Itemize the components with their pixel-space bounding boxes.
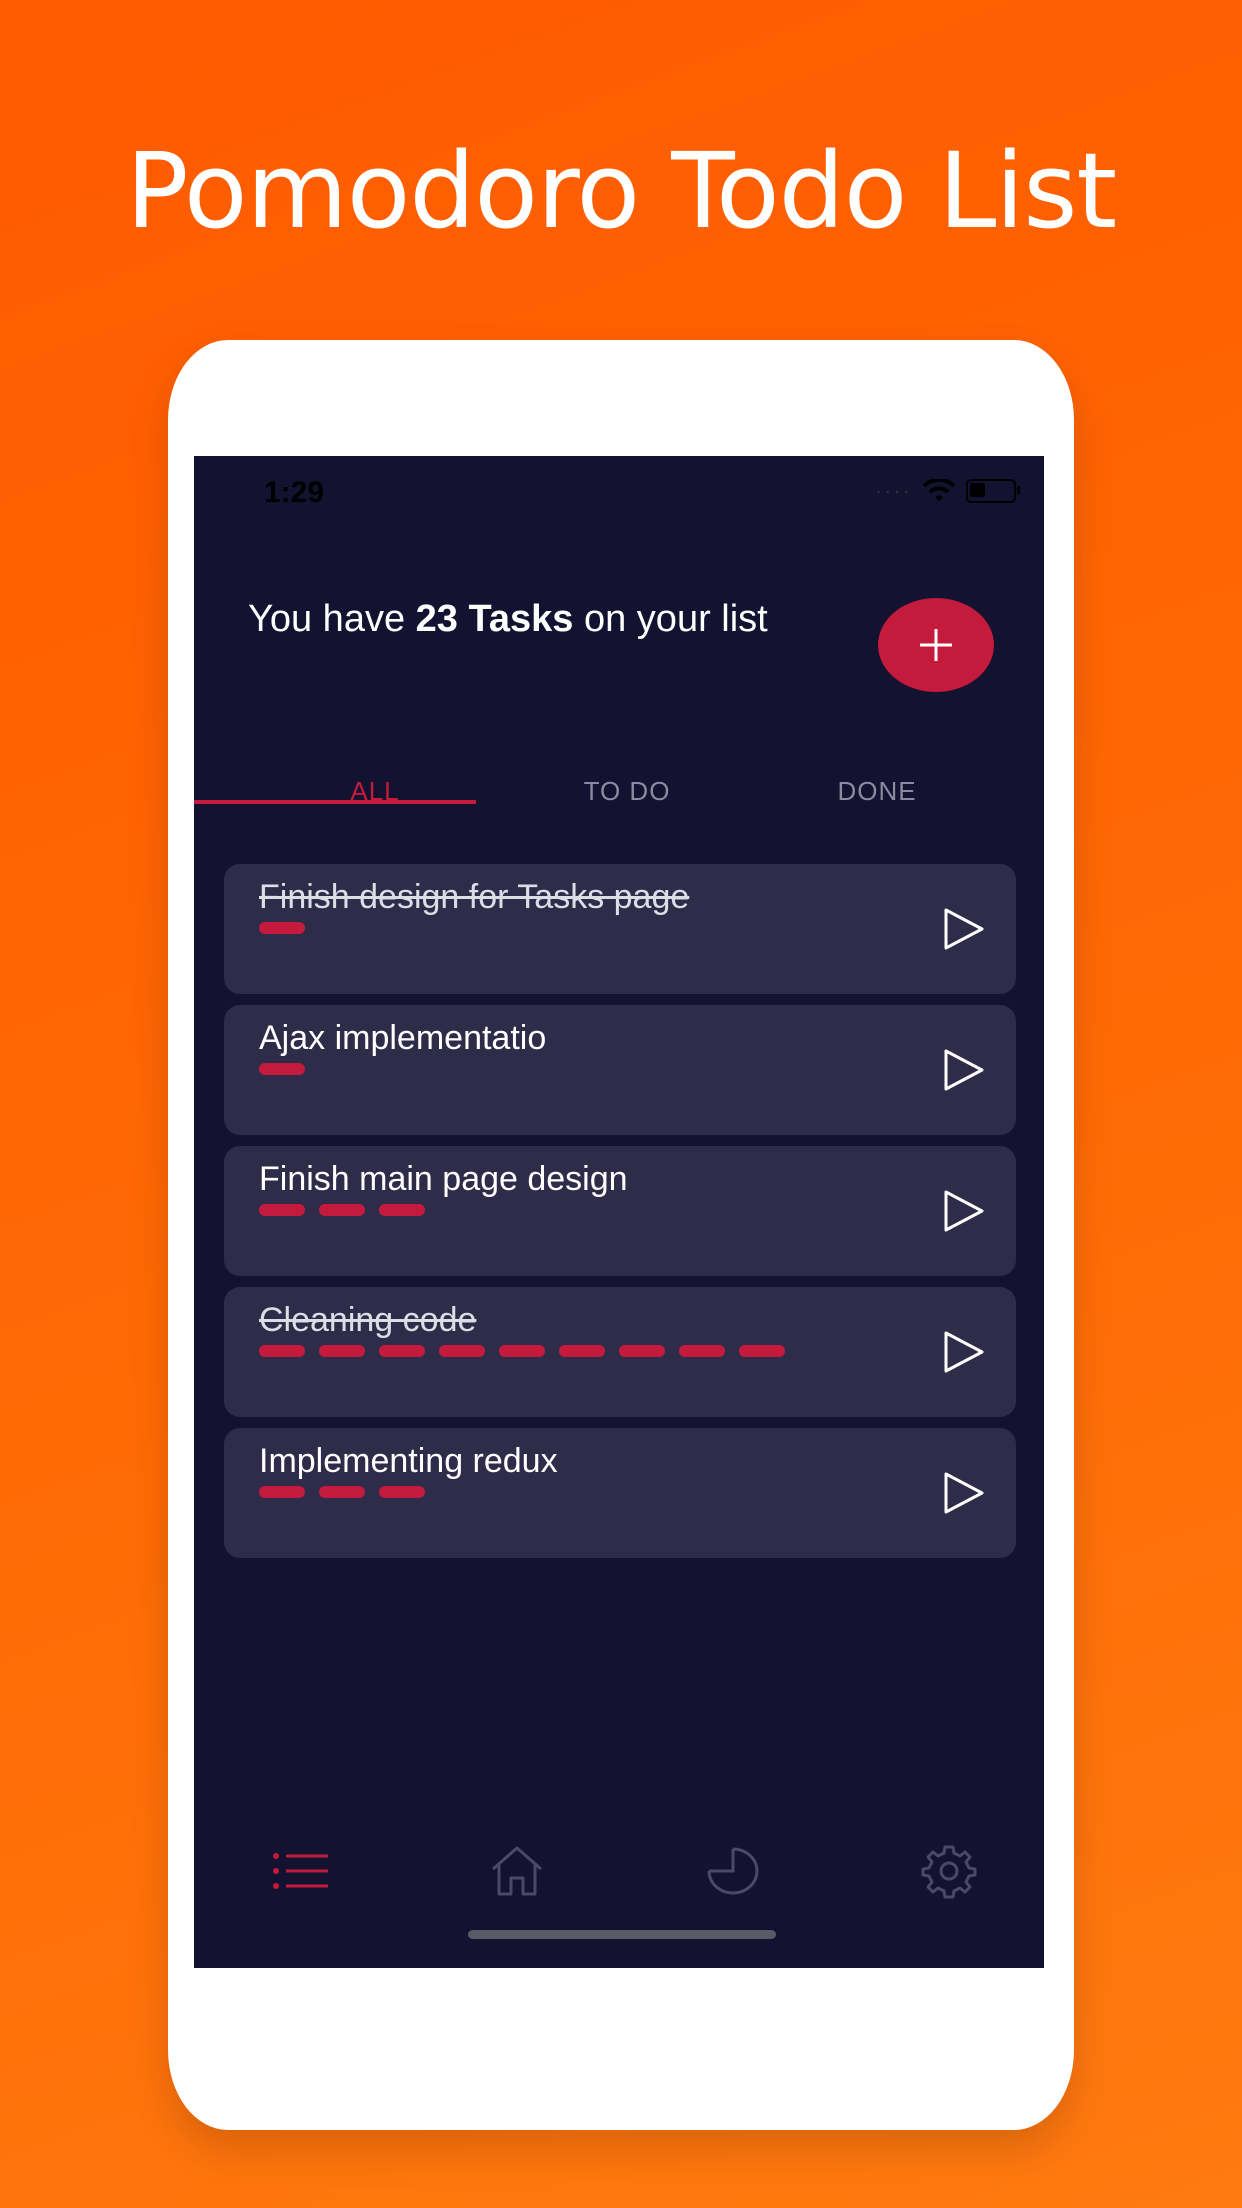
task-count-header: You have 23 Tasks on your list: [248, 596, 848, 642]
pomodoro-dash: [259, 1345, 305, 1357]
filter-tabs: ALL TO DO DONE: [194, 746, 1044, 842]
pomodoro-indicators: [259, 1345, 785, 1357]
nav-tasks[interactable]: [266, 1836, 336, 1906]
nav-settings[interactable]: [914, 1836, 984, 1906]
nav-stats[interactable]: [698, 1836, 768, 1906]
wifi-icon: [922, 479, 956, 501]
promo-title: Pomodoro Todo List: [125, 130, 1117, 252]
pomodoro-dash: [319, 1204, 365, 1216]
add-task-button[interactable]: [878, 598, 994, 692]
pomodoro-indicators: [259, 1204, 425, 1216]
pomodoro-dash: [319, 1345, 365, 1357]
task-card[interactable]: Finish main page design: [224, 1146, 1016, 1276]
home-indicator[interactable]: [468, 1930, 776, 1939]
task-title: Implementing redux: [259, 1442, 558, 1480]
pomodoro-dash: [379, 1486, 425, 1498]
task-title: Cleaning code: [259, 1301, 477, 1339]
pomodoro-dash: [499, 1345, 545, 1357]
gear-icon: [921, 1845, 977, 1899]
pie-chart-icon: [707, 1847, 759, 1895]
play-icon[interactable]: [942, 1470, 986, 1516]
home-icon: [492, 1846, 542, 1896]
status-time: 1:29: [264, 476, 325, 509]
pomodoro-dash: [379, 1204, 425, 1216]
battery-icon: [966, 479, 1020, 503]
pomodoro-dash: [439, 1345, 485, 1357]
battery-fill: [970, 483, 985, 497]
header-prefix: You have: [248, 598, 416, 640]
task-count: 23 Tasks: [415, 598, 574, 640]
status-icons: ····: [874, 478, 1020, 504]
tab-done[interactable]: DONE: [696, 746, 1044, 836]
signal-icon: ····: [874, 478, 912, 503]
task-card[interactable]: Ajax implementatio: [224, 1005, 1016, 1135]
pomodoro-dash: [259, 1063, 305, 1075]
active-tab-indicator: [194, 800, 476, 804]
task-card[interactable]: Finish design for Tasks page: [224, 864, 1016, 994]
app-screen: 1:29 ···· You have 23 Tasks on your list…: [194, 456, 1044, 1968]
status-bar: 1:29 ····: [194, 456, 1044, 536]
task-title: Ajax implementatio: [259, 1019, 547, 1057]
bottom-nav: [194, 1836, 1044, 1906]
play-icon[interactable]: [942, 1188, 986, 1234]
play-icon[interactable]: [942, 906, 986, 952]
pomodoro-dash: [619, 1345, 665, 1357]
pomodoro-dash: [259, 922, 305, 934]
play-icon[interactable]: [942, 1047, 986, 1093]
pomodoro-dash: [559, 1345, 605, 1357]
task-title: Finish main page design: [259, 1160, 628, 1198]
list-icon: [273, 1853, 328, 1889]
pomodoro-dash: [259, 1204, 305, 1216]
pomodoro-dash: [319, 1486, 365, 1498]
pomodoro-dash: [679, 1345, 725, 1357]
nav-home[interactable]: [482, 1836, 552, 1906]
plus-icon: [920, 629, 952, 661]
header-suffix: on your list: [573, 598, 768, 640]
pomodoro-dash: [379, 1345, 425, 1357]
pomodoro-dash: [259, 1486, 305, 1498]
play-icon[interactable]: [942, 1329, 986, 1375]
pomodoro-indicators: [259, 1063, 305, 1075]
pomodoro-indicators: [259, 1486, 425, 1498]
task-card[interactable]: Cleaning code: [224, 1287, 1016, 1417]
pomodoro-indicators: [259, 922, 305, 934]
pomodoro-dash: [739, 1345, 785, 1357]
task-list: Finish design for Tasks page Ajax implem…: [224, 864, 1016, 1569]
task-title: Finish design for Tasks page: [259, 878, 690, 916]
task-card[interactable]: Implementing redux: [224, 1428, 1016, 1558]
